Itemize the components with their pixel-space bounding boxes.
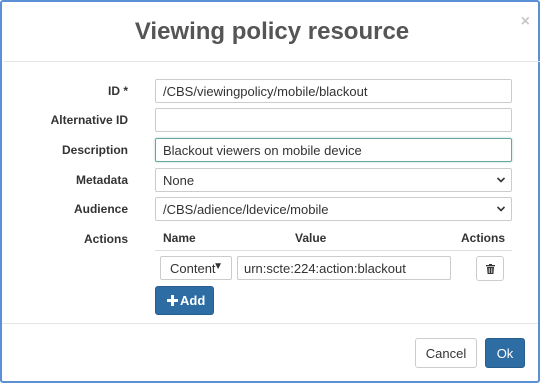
footer-divider <box>2 323 538 324</box>
ok-button[interactable]: Ok <box>485 338 525 368</box>
trash-icon <box>486 264 495 274</box>
audience-label: Audience <box>73 202 128 216</box>
id-field[interactable]: /CBS/viewingpolicy/mobile/blackout <box>155 79 512 103</box>
chevron-down-icon <box>497 177 505 183</box>
metadata-selected-value: None <box>163 173 195 188</box>
alternative-id-field[interactable] <box>155 108 512 132</box>
audience-selected-value: /CBS/adience/ldevice/mobile <box>163 202 329 217</box>
actions-column-value: Value <box>295 231 327 245</box>
action-type-value: Content <box>170 261 216 276</box>
id-label: ID * <box>107 84 128 98</box>
chevron-down-icon <box>497 206 505 212</box>
dialog-title: Viewing policy resource <box>134 18 410 45</box>
add-action-button[interactable]: Add <box>155 286 214 315</box>
dialog-header: Viewing policy resource × <box>4 4 540 62</box>
triangle-down-icon: ▼ <box>213 261 223 272</box>
add-action-label: Add <box>180 293 206 308</box>
metadata-select[interactable]: None <box>155 168 512 192</box>
audience-select[interactable]: /CBS/adience/ldevice/mobile <box>155 197 512 221</box>
cancel-button[interactable]: Cancel <box>415 338 477 368</box>
close-icon[interactable]: × <box>521 14 530 30</box>
actions-column-actions: Actions <box>461 231 506 245</box>
table-divider <box>155 250 512 251</box>
delete-action-button[interactable] <box>476 256 504 281</box>
action-type-select[interactable]: Content ▼ <box>160 256 232 280</box>
actions-label: Actions <box>83 232 128 246</box>
actions-column-name: Name <box>163 231 196 245</box>
description-label: Description <box>61 143 128 157</box>
action-value-field[interactable]: urn:scte:224:action:blackout <box>237 256 451 280</box>
plus-icon <box>167 295 178 306</box>
alternative-id-label: Alternative ID <box>50 113 128 127</box>
description-field[interactable]: Blackout viewers on mobile device <box>155 138 512 162</box>
metadata-label: Metadata <box>75 173 128 187</box>
